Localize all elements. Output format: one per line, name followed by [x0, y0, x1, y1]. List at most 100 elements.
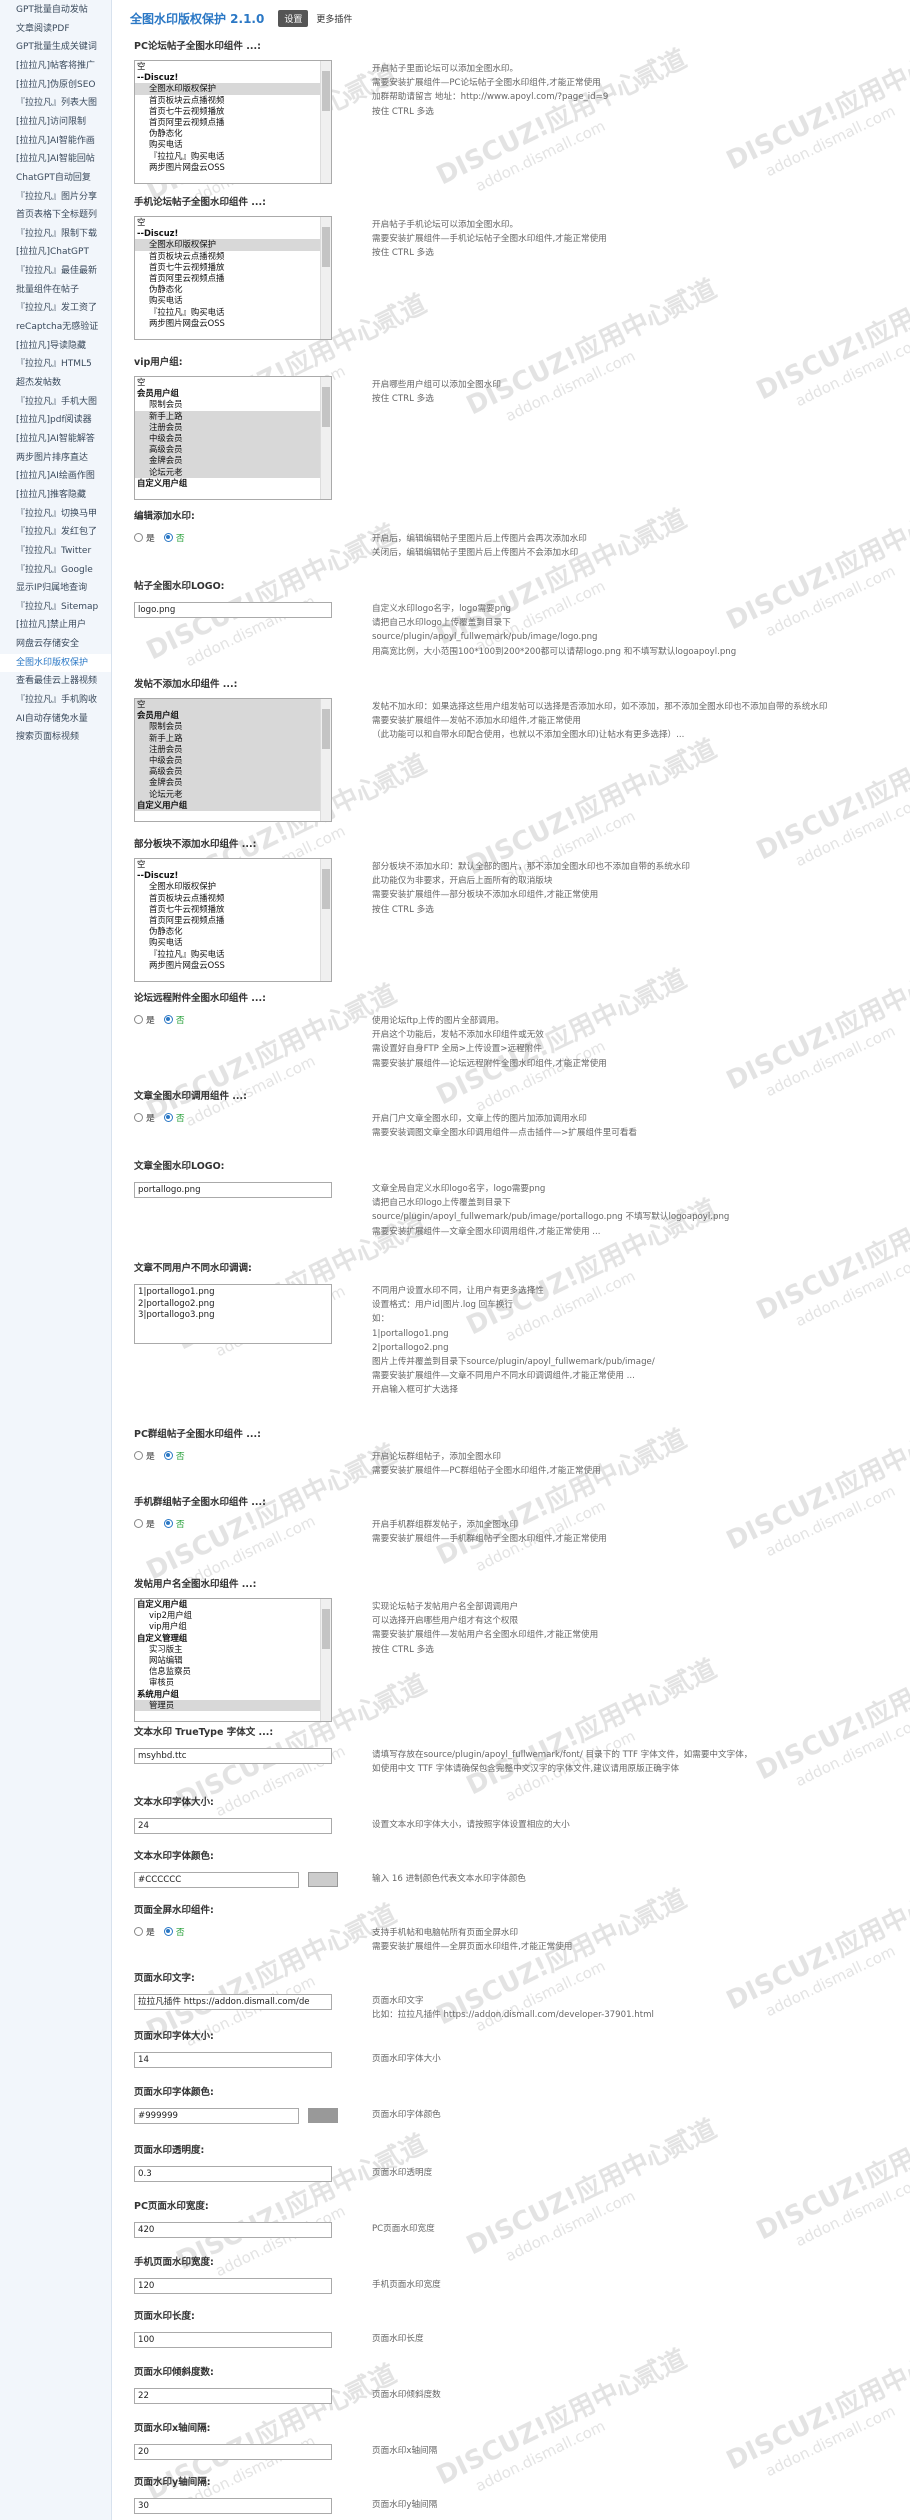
list-option[interactable]: 金牌会员 — [135, 777, 331, 789]
list-option[interactable]: 会员用户组 — [135, 710, 331, 722]
sidebar-item[interactable]: [拉拉凡]推客隐藏 — [0, 486, 111, 505]
color-swatch[interactable] — [308, 2108, 338, 2123]
list-option[interactable]: 首页阿里云视频点播 — [135, 273, 331, 284]
sidebar-item[interactable]: 『拉拉凡』Twitter — [0, 542, 111, 561]
list-option[interactable]: 自定义用户组 — [135, 1599, 331, 1610]
list-option[interactable]: 伪静态化 — [135, 926, 331, 937]
textarea-input[interactable]: 1|portallogo1.png 2|portallogo2.png 3|port… — [134, 1284, 332, 1344]
scrollbar-thumb[interactable] — [322, 227, 330, 267]
sidebar-item[interactable]: 『拉拉凡』HTML5 — [0, 355, 111, 374]
list-option[interactable]: 全图水印版权保护 — [135, 83, 331, 95]
tab-settings[interactable]: 设置 — [278, 9, 309, 27]
multi-select-list[interactable]: 空 --Discuz! 全图水印版权保护 首页板块云点播视频 首页七牛云视频播放 首页阿里… — [134, 858, 332, 982]
list-option[interactable]: 论坛元老 — [135, 466, 331, 478]
sidebar-item[interactable]: 文章阅读PDF — [0, 20, 111, 39]
list-option[interactable]: 自定义管理组 — [135, 1633, 331, 1644]
list-scrollbar[interactable] — [320, 1599, 331, 1721]
list-scrollbar[interactable] — [320, 61, 331, 183]
list-option[interactable]: 购买电话 — [135, 937, 331, 948]
sidebar-item[interactable]: 『拉拉凡』发工资了 — [0, 299, 111, 318]
text-input[interactable]: 拉拉凡插件 https://addon.dismall.com/de — [134, 1994, 332, 2010]
multi-select-list[interactable]: 自定义用户组 vip2用户组 vip用户组 自定义管理组 实习版主 网站编辑 信息监察员 审核… — [134, 1598, 332, 1722]
list-option[interactable]: 首页板块云点播视频 — [135, 251, 331, 262]
text-input[interactable]: 100 — [134, 2332, 332, 2348]
text-input[interactable]: 22 — [134, 2388, 332, 2404]
radio-yes[interactable] — [134, 1518, 143, 1528]
list-option[interactable]: 两步图片网盘云OSS — [135, 960, 331, 971]
radio-yes[interactable] — [134, 532, 143, 542]
sidebar-item[interactable]: 全图水印版权保护 — [0, 653, 111, 673]
sidebar-item[interactable]: 『拉拉凡』Sitemap — [0, 598, 111, 617]
list-option[interactable]: 自定义用户组 — [135, 799, 331, 811]
color-input[interactable]: #999999 — [134, 2108, 299, 2124]
multi-select-list[interactable]: 空 --Discuz! 全图水印版权保护 首页板块云点播视频 首页七牛云视频播放 首页阿里… — [134, 216, 332, 340]
sidebar-item[interactable]: 搜索页面标视频 — [0, 728, 111, 747]
list-option[interactable]: 新手上路 — [135, 732, 331, 744]
list-option[interactable]: --Discuz! — [135, 228, 331, 239]
list-option[interactable]: 首页阿里云视频点播 — [135, 117, 331, 128]
list-option[interactable]: 『拉拉凡』购买电话 — [135, 151, 331, 162]
list-option[interactable]: 论坛元老 — [135, 788, 331, 800]
radio-yes[interactable] — [134, 1450, 143, 1460]
sidebar-item[interactable]: GPT批量自动发帖 — [0, 1, 111, 20]
sidebar-item[interactable]: 网盘云存储安全 — [0, 635, 111, 654]
list-option[interactable]: 全图水印版权保护 — [135, 881, 331, 892]
scrollbar-thumb[interactable] — [322, 71, 330, 111]
list-option[interactable]: 空 — [135, 61, 331, 72]
list-option[interactable]: 审核员 — [135, 1677, 331, 1688]
text-input[interactable]: 24 — [134, 1818, 332, 1834]
scrollbar-thumb[interactable] — [322, 869, 330, 909]
text-input[interactable]: 14 — [134, 2052, 332, 2068]
list-option[interactable]: 首页板块云点播视频 — [135, 95, 331, 106]
list-option[interactable]: 空 — [135, 859, 331, 870]
list-option[interactable]: 注册会员 — [135, 421, 331, 433]
sidebar-item[interactable]: [拉拉凡]帖客将推广 — [0, 57, 111, 76]
color-input[interactable]: #CCCCCC — [134, 1872, 299, 1888]
list-scrollbar[interactable] — [320, 377, 331, 499]
sidebar-item[interactable]: 『拉拉凡』发红包了 — [0, 523, 111, 542]
scrollbar-thumb[interactable] — [322, 709, 330, 749]
list-option[interactable]: 注册会员 — [135, 743, 331, 755]
list-option[interactable]: 首页七牛云视频播放 — [135, 262, 331, 273]
sidebar-item[interactable]: 批量组件在帖子 — [0, 281, 111, 300]
multi-select-list[interactable]: 空 --Discuz! 全图水印版权保护 首页板块云点播视频 首页七牛云视频播放 首页阿里… — [134, 60, 332, 184]
list-option[interactable]: 自定义用户组 — [135, 478, 331, 489]
list-option[interactable]: 实习版主 — [135, 1644, 331, 1655]
list-option[interactable]: 『拉拉凡』购买电话 — [135, 949, 331, 960]
scrollbar-thumb[interactable] — [322, 387, 330, 427]
list-option[interactable]: 两步图片网盘云OSS — [135, 318, 331, 329]
list-option[interactable]: 限制会员 — [135, 399, 331, 410]
sidebar-item[interactable]: [拉拉凡]AI绘画作图 — [0, 467, 111, 486]
list-option[interactable]: 伪静态化 — [135, 284, 331, 295]
sidebar-item[interactable]: GPT批量生成关键词 — [0, 38, 111, 57]
text-input[interactable]: msyhbd.ttc — [134, 1748, 332, 1764]
sidebar-item[interactable]: [拉拉凡]AI智能解答 — [0, 430, 111, 449]
sidebar-item[interactable]: 『拉拉凡』限制下载 — [0, 225, 111, 244]
text-input[interactable]: 20 — [134, 2444, 332, 2460]
list-option[interactable]: vip用户组 — [135, 1621, 331, 1632]
sidebar-item[interactable]: [拉拉凡]导读隐藏 — [0, 337, 111, 356]
list-scrollbar[interactable] — [320, 859, 331, 981]
sidebar-item[interactable]: [拉拉凡]AI智能作画 — [0, 132, 111, 151]
text-input[interactable]: 30 — [134, 2498, 332, 2514]
multi-select-list[interactable]: 空会员用户组 限制会员 新手上路 注册会员 中级会员 高级会员 金牌会员 论坛元老 自定义用户组 — [134, 376, 332, 500]
list-option[interactable]: 新手上路 — [135, 410, 331, 422]
radio-no[interactable] — [163, 532, 173, 542]
list-option[interactable]: 空 — [135, 699, 331, 711]
text-input[interactable]: 120 — [134, 2278, 332, 2294]
list-option[interactable]: 购买电话 — [135, 295, 331, 306]
sidebar-item[interactable]: 『拉拉凡』手机大图 — [0, 393, 111, 412]
sidebar-item[interactable]: [拉拉凡]pdf阅读器 — [0, 411, 111, 430]
list-scrollbar[interactable] — [320, 217, 331, 339]
sidebar-item[interactable]: [拉拉凡]伪原创SEO — [0, 76, 111, 95]
list-option[interactable]: 中级会员 — [135, 432, 331, 445]
sidebar-item[interactable]: ChatGPT自动回复 — [0, 169, 111, 188]
list-option[interactable]: 管理员 — [135, 1699, 331, 1711]
radio-yes[interactable] — [134, 1926, 143, 1936]
sidebar-item[interactable]: AI自动存储免水量 — [0, 710, 111, 729]
list-option[interactable]: 空 — [135, 217, 331, 228]
sidebar-item[interactable]: 『拉拉凡』最佳最新 — [0, 262, 111, 281]
sidebar-item[interactable]: [拉拉凡]访问限制 — [0, 113, 111, 132]
text-input[interactable]: 0.3 — [134, 2166, 332, 2182]
text-input[interactable]: logo.png — [134, 602, 332, 618]
